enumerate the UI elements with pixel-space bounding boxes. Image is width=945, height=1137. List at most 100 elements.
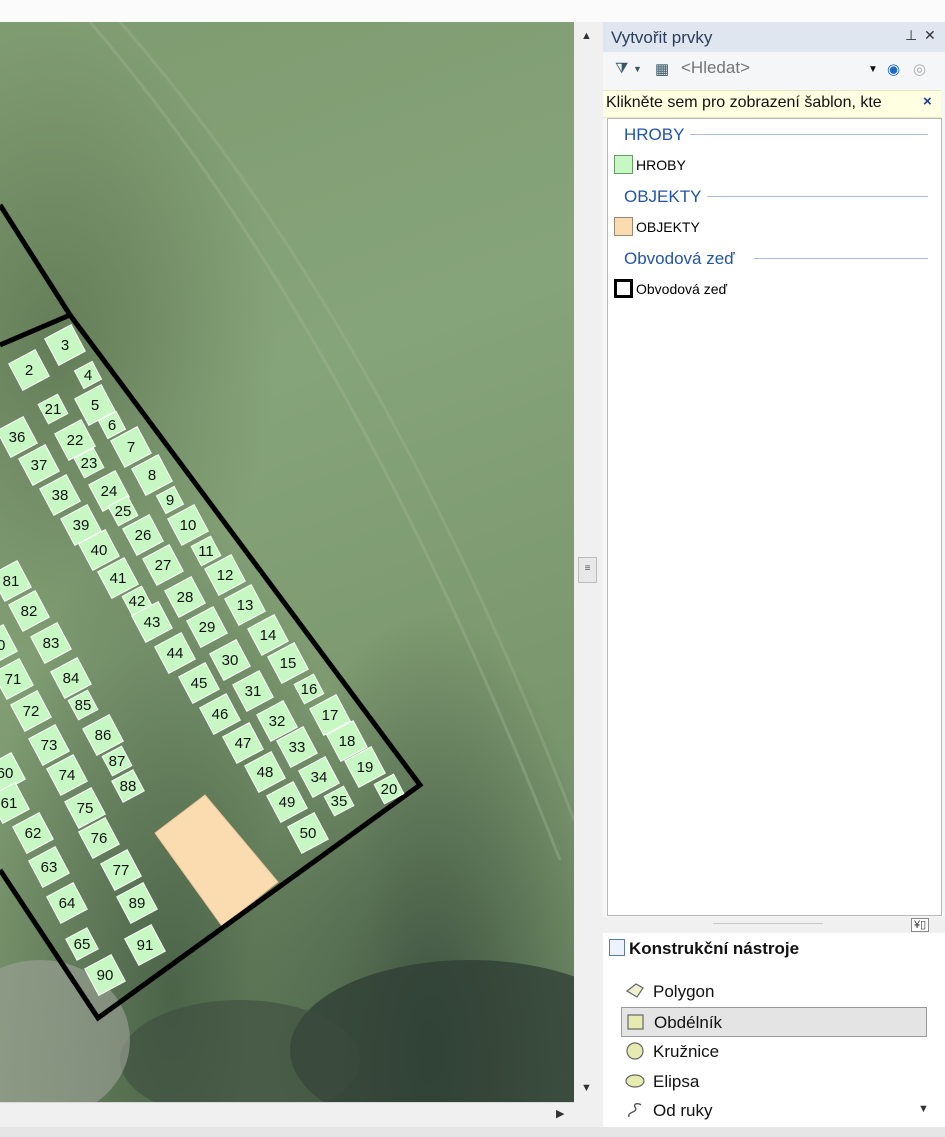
grave-plot-label: 24 — [101, 483, 118, 500]
chevron-down-icon[interactable]: ▼ — [633, 64, 642, 74]
grave-plot[interactable]: 74 — [46, 754, 88, 796]
grave-plot[interactable]: 91 — [124, 924, 166, 966]
map-horizontal-scrollbar[interactable]: ▶ — [0, 1102, 574, 1128]
grave-plot[interactable]: 2 — [8, 349, 50, 391]
info-bar[interactable]: Klikněte sem pro zobrazení šablon, kte × — [603, 90, 941, 118]
collapse-icon[interactable]: ¥▯ — [911, 918, 930, 932]
grave-plot[interactable]: 88 — [111, 769, 145, 803]
grave-plot[interactable]: 62 — [12, 812, 54, 854]
close-icon[interactable]: ✕ — [924, 27, 936, 44]
grave-plot[interactable]: 38 — [39, 474, 81, 516]
grave-plot-label: 9 — [166, 492, 174, 509]
tool-ellipse[interactable]: Elipsa — [621, 1067, 925, 1095]
grave-plot-label: 28 — [177, 589, 194, 606]
grave-plot[interactable]: 29 — [186, 606, 228, 648]
grave-plot[interactable]: 13 — [224, 584, 266, 626]
grave-plot[interactable]: 72 — [10, 690, 52, 732]
pin-icon[interactable]: ⊥ — [905, 27, 917, 44]
tool-label: Kružnice — [653, 1042, 720, 1061]
grave-plot[interactable]: 37 — [18, 444, 60, 486]
panel-title-bar: Vytvořit prvky ⊥ ✕ — [603, 22, 945, 52]
grave-plot-label: 34 — [311, 769, 328, 786]
grave-plot[interactable]: 49 — [266, 781, 308, 823]
grave-plot[interactable]: 36 — [0, 416, 38, 458]
grave-plot[interactable]: 83 — [30, 622, 72, 664]
grave-plot-label: 90 — [97, 967, 114, 984]
template-list[interactable]: HROBY HROBY OBJEKTY OBJEKTY Obvodová zeď… — [607, 118, 942, 916]
grave-plot[interactable]: 16 — [293, 673, 325, 705]
create-features-panel: Vytvořit prvky ⊥ ✕ ⧩ ▼ ▦ ▼ ◉ ◎ Klikněte … — [603, 22, 945, 917]
grave-plot-label: 10 — [180, 517, 197, 534]
scroll-up-icon[interactable]: ▲ — [581, 30, 592, 42]
map-vertical-scrollbar[interactable]: ▲ ≡ ▼ — [574, 22, 599, 1102]
clear-search-icon[interactable]: ◎ — [913, 60, 926, 78]
grave-plot[interactable]: 89 — [116, 882, 158, 924]
grave-plot-label: 6 — [108, 417, 116, 434]
grave-plot[interactable]: 46 — [199, 693, 241, 735]
grave-plot[interactable]: 73 — [28, 724, 70, 766]
tool-circle[interactable]: Kružnice — [621, 1037, 925, 1065]
grave-plot-label: 37 — [31, 457, 48, 474]
grave-plot-label: 13 — [237, 597, 254, 614]
grave-plot[interactable]: 9 — [155, 485, 185, 515]
grave-plot[interactable]: 82 — [8, 590, 50, 632]
grave-plot-label: 35 — [331, 793, 348, 810]
dropdown-arrow-icon[interactable]: ▼ — [868, 64, 878, 75]
grave-plot[interactable]: 27 — [142, 544, 184, 586]
grave-plot[interactable]: 44 — [154, 632, 196, 674]
search-icon[interactable]: ◉ — [887, 60, 900, 78]
grave-plot[interactable]: 48 — [244, 751, 286, 793]
circle-icon — [626, 1042, 644, 1060]
template-label: OBJEKTY — [636, 219, 700, 235]
grave-plot-label: 61 — [1, 795, 18, 812]
tool-label: Obdélník — [654, 1013, 723, 1032]
grave-plot[interactable]: 47 — [222, 722, 264, 764]
grave-plot[interactable]: 61 — [0, 782, 30, 824]
grave-plot[interactable]: 10 — [167, 504, 209, 546]
info-bar-text[interactable]: Klikněte sem pro zobrazení šablon, kte — [606, 94, 922, 112]
splitter-grip[interactable] — [713, 923, 823, 924]
grave-plot[interactable]: 71 — [0, 658, 34, 700]
search-input[interactable] — [681, 57, 866, 79]
grave-plot[interactable]: 65 — [65, 927, 99, 961]
grave-plot[interactable]: 64 — [46, 882, 88, 924]
grave-plot[interactable]: 31 — [232, 670, 274, 712]
scroll-down-icon[interactable]: ▼ — [581, 1082, 592, 1094]
tool-freehand[interactable]: Od ruky — [621, 1096, 925, 1124]
grave-plot[interactable]: 70 — [0, 624, 18, 666]
grave-plot-label: 12 — [217, 567, 234, 584]
grave-plot[interactable]: 35 — [323, 785, 355, 817]
grave-plot[interactable]: 63 — [28, 846, 70, 888]
grave-plot-label: 29 — [199, 619, 216, 636]
grave-plot[interactable]: 45 — [178, 662, 220, 704]
map-canvas[interactable]: 2345678910111213141516171819202122232425… — [0, 22, 574, 1102]
tool-label: Od ruky — [653, 1101, 713, 1120]
grave-plot-label: 19 — [357, 759, 374, 776]
grave-plot[interactable]: 4 — [73, 360, 103, 390]
panel-splitter[interactable]: ¥▯ — [603, 917, 945, 933]
map-view[interactable]: 2 3 4 5 6 7 8 9 10 11 12 13 14 15 16 17 18 19 20 21 22 23 24 25… — [0, 22, 574, 1102]
scroll-down-icon[interactable]: ▼ — [918, 1103, 929, 1115]
grave-plot[interactable]: 28 — [164, 576, 206, 618]
grave-plot[interactable]: 11 — [190, 535, 222, 567]
construction-tools-icon — [609, 939, 625, 956]
organize-templates-icon[interactable]: ▦ — [655, 60, 669, 78]
grave-plot-label: 72 — [23, 703, 40, 720]
scroll-right-icon[interactable]: ▶ — [556, 1107, 564, 1120]
grave-plot-label: 26 — [135, 527, 152, 544]
scroll-thumb[interactable]: ≡ — [578, 557, 597, 583]
grave-plot[interactable]: 21 — [37, 393, 69, 425]
perimeter-wall-upper[interactable] — [0, 203, 74, 348]
grave-plot[interactable]: 77 — [100, 849, 142, 891]
grave-plot[interactable]: 50 — [287, 812, 329, 854]
tool-polygon[interactable]: Polygon — [621, 977, 925, 1005]
grave-plot-label: 76 — [91, 830, 108, 847]
building-objekty[interactable] — [154, 794, 279, 927]
close-icon[interactable]: × — [923, 93, 932, 110]
grave-plot-label: 36 — [9, 429, 26, 446]
polygon-icon — [625, 983, 644, 998]
grave-plot-label: 27 — [155, 557, 172, 574]
grave-plot[interactable]: 30 — [209, 639, 251, 681]
filter-icon[interactable]: ⧩ — [615, 60, 628, 77]
tool-rectangle[interactable]: Obdélník — [621, 1007, 927, 1037]
